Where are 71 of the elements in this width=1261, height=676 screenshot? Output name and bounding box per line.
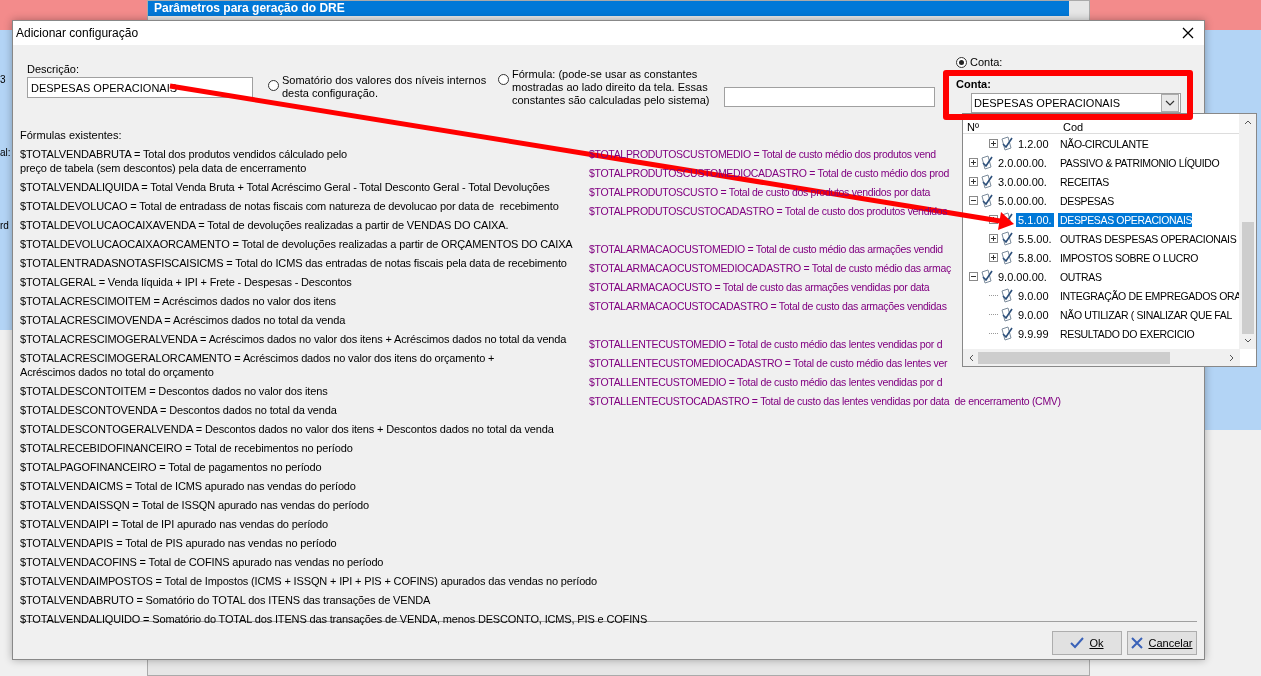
formula-text: $TOTALARMACAOCUSTO = Total de custo das armações vendidas por data bbox=[589, 280, 930, 294]
account-name[interactable]: DESPESAS bbox=[1058, 193, 1114, 208]
account-name[interactable]: OUTRAS bbox=[1058, 269, 1102, 284]
window-title: Parâmetros para geração do DRE bbox=[148, 1, 1069, 16]
radio-option[interactable]: Fórmula: (pode-se usar as constantes mostradas ao lado direito da tela. Essas constantes são calculadas pelo sistema) bbox=[498, 68, 710, 107]
formula-text: $TOTALDESCONTOITEM = Descontos dados no valor dos itens bbox=[20, 384, 328, 398]
account-dropdown[interactable]: DESPESAS OPERACIONAIS bbox=[971, 93, 1181, 113]
radio-option[interactable]: Conta: bbox=[956, 56, 1003, 69]
account-item[interactable]: 5.5.00. bbox=[1016, 231, 1054, 246]
formula-text: $TOTALVENDALIQUIDO = Somatório do TOTAL dos ITENS das transações de VENDA, menos DESCONTO, ICMS, PIS e COFINS bbox=[20, 612, 648, 626]
formula-text: $TOTALVENDAIMPOSTOS = Total de Impostos (ICMS + ISSQN + IPI + PIS + COFINS) apurados das vendas no período bbox=[20, 574, 598, 588]
formula-text: $TOTALDEVOLUCAO = Total de entradass de notas fiscais com natureza de devolucao por data de recebimento bbox=[20, 199, 559, 213]
account-name[interactable]: IMPOSTOS SOBRE O LUCRO bbox=[1058, 250, 1198, 265]
account-item[interactable]: 9.9.99 bbox=[1016, 326, 1051, 341]
formula-text: $TOTALLENTECUSTOMEDIO = Total de custo médio das lentes vendidas por d bbox=[589, 375, 943, 389]
formula-text: $TOTALPRODUTOSCUSTOMEDIO = Total de custo médio dos produtos vend bbox=[589, 147, 936, 161]
formula-text: $TOTALLENTECUSTOCADASTRO = Total de custo das lentes vendidas por data de encerramento (CMV) bbox=[589, 394, 1061, 408]
cancel-button[interactable]: Cancelar bbox=[1127, 631, 1197, 655]
account-name[interactable]: RESULTADO DO EXERCICIO bbox=[1058, 326, 1195, 341]
account-name[interactable]: OUTRAS DESPESAS OPERACIONAIS bbox=[1058, 231, 1237, 246]
account-name[interactable]: NÃO-CIRCULANTE bbox=[1058, 136, 1149, 151]
label-fragment: 3 bbox=[0, 74, 6, 85]
formula-text: $TOTALACRESCIMOVENDA = Acréscimos dados no total da venda bbox=[20, 313, 346, 327]
formula-text: $TOTALENTRADASNOTASFISCAISICMS = Total do ICMS das entradas de notas fiscais pela data de recebimento bbox=[20, 256, 567, 270]
account-item[interactable]: 3.0.00.00. bbox=[996, 174, 1049, 189]
formula-text: $TOTALRECEBIDOFINANCEIRO = Total de recebimentos no período bbox=[20, 441, 353, 455]
account-item[interactable]: 5.8.00. bbox=[1016, 250, 1054, 265]
formula-text: $TOTALACRESCIMOITEM = Acréscimos dados no valor dos itens bbox=[20, 294, 336, 308]
formula-text: $TOTALVENDAPIS = Total de PIS apurado nas vendas no período bbox=[20, 536, 337, 550]
label-fragment: rd bbox=[0, 220, 9, 231]
description-field[interactable]: DESPESAS OPERACIONAIS bbox=[27, 77, 253, 98]
formula-text: $TOTALLENTECUSTOMEDIO = Total de custo médio das lentes vendidas por d bbox=[589, 337, 943, 351]
account-name[interactable]: DESPESAS OPERACIONAIS bbox=[1058, 212, 1193, 227]
formula-text: $TOTALACRESCIMOGERALVENDA = Acréscimos dados no valor dos itens + Acréscimos dados no total da venda bbox=[20, 332, 567, 346]
formula-text: $TOTALDEVOLUCAOCAIXAVENDA = Total de devoluções realizadas a partir de VENDAS DO CAIXA. bbox=[20, 218, 509, 232]
account-item[interactable]: 9.0.00 bbox=[1016, 307, 1051, 322]
formula-text: $TOTALVENDABRUTA = Total dos produtos vendidos cálculado pelo preço de tabela (sem descontos) pela data de encerramento bbox=[20, 147, 348, 175]
label-fragment: al: bbox=[0, 147, 11, 158]
account-item[interactable]: 5.1.00. bbox=[1016, 212, 1054, 227]
section-label: Fórmulas existentes: bbox=[20, 129, 122, 141]
formula-text: $TOTALACRESCIMOGERALORCAMENTO = Acréscimos dados no valor dos itens do orçamento + Acréscimos dados no total do orçamento bbox=[20, 351, 495, 379]
field-label: Descrição: bbox=[27, 63, 79, 75]
field-label: Conta: bbox=[956, 78, 991, 90]
account-name[interactable]: RECEITAS bbox=[1058, 174, 1109, 189]
formula-text: $TOTALGERAL = Venda líquida + IPI + Frete - Despesas - Descontos bbox=[20, 275, 352, 289]
column-header[interactable]: Cod bbox=[1060, 121, 1084, 133]
formula-text: $TOTALDESCONTOVENDA = Descontos dados no total da venda bbox=[20, 403, 337, 417]
formula-text: $TOTALVENDAIPI = Total de IPI apurado nas vendas do período bbox=[20, 517, 328, 531]
window-title: Adicionar configuração bbox=[16, 26, 139, 40]
account-name[interactable]: PASSIVO & PATRIMONIO LÍQUIDO bbox=[1058, 155, 1220, 170]
formula-text: $TOTALARMACAOCUSTOCADASTRO = Total de custo das armações vendidas bbox=[589, 299, 947, 313]
formula-text: $TOTALVENDACOFINS = Total de COFINS apurado nas vendas no período bbox=[20, 555, 384, 569]
account-name[interactable]: NÃO UTILIZAR ( SINALIZAR QUE FAL bbox=[1058, 307, 1232, 322]
formula-text: $TOTALVENDABRUTO = Somatório do TOTAL dos ITENS das transações de VENDA bbox=[20, 593, 431, 607]
formula-text: $TOTALDESCONTOGERALVENDA = Descontos dados no valor dos itens + Descontos dados no total da venda bbox=[20, 422, 554, 436]
account-item[interactable]: 5.0.00.00. bbox=[996, 193, 1049, 208]
formula-text: $TOTALVENDALIQUIDA = Total Venda Bruta + Total Acréscimo Geral - Total Desconto Geral - Total Devoluções bbox=[20, 180, 550, 194]
account-item[interactable]: 9.0.00.00. bbox=[996, 269, 1049, 284]
formula-text: $TOTALVENDAISSQN = Total de ISSQN apurado nas vendas do período bbox=[20, 498, 369, 512]
account-item[interactable]: 9.0.00 bbox=[1016, 288, 1051, 303]
ok-button[interactable]: Ok bbox=[1052, 631, 1122, 655]
account-item[interactable]: 2.0.00.00. bbox=[996, 155, 1049, 170]
formula-text: $TOTALARMACAOCUSTOMEDIO = Total de custo médio das armações vendid bbox=[589, 242, 943, 256]
formula-text: $TOTALVENDAICMS = Total de ICMS apurado nas vendas do período bbox=[20, 479, 356, 493]
formula-text: $TOTALLENTECUSTOMEDIOCADASTRO = Total de custo médio das lentes ver bbox=[589, 356, 948, 370]
formula-text: $TOTALPAGOFINANCEIRO = Total de pagamentos no período bbox=[20, 460, 322, 474]
formula-text: $TOTALDEVOLUCAOCAIXAORCAMENTO = Total de devoluções realizadas a partir de ORÇAMENTOS DO CAIXA bbox=[20, 237, 573, 251]
account-item[interactable]: 1.2.00 bbox=[1016, 136, 1051, 151]
column-header[interactable]: Nº bbox=[963, 121, 1060, 133]
radio-option[interactable]: Somatório dos valores dos níveis internos desta configuração. bbox=[268, 74, 487, 100]
formula-text: $TOTALARMACAOCUSTOMEDIOCADASTRO = Total de custo médio das armaç bbox=[589, 261, 951, 275]
